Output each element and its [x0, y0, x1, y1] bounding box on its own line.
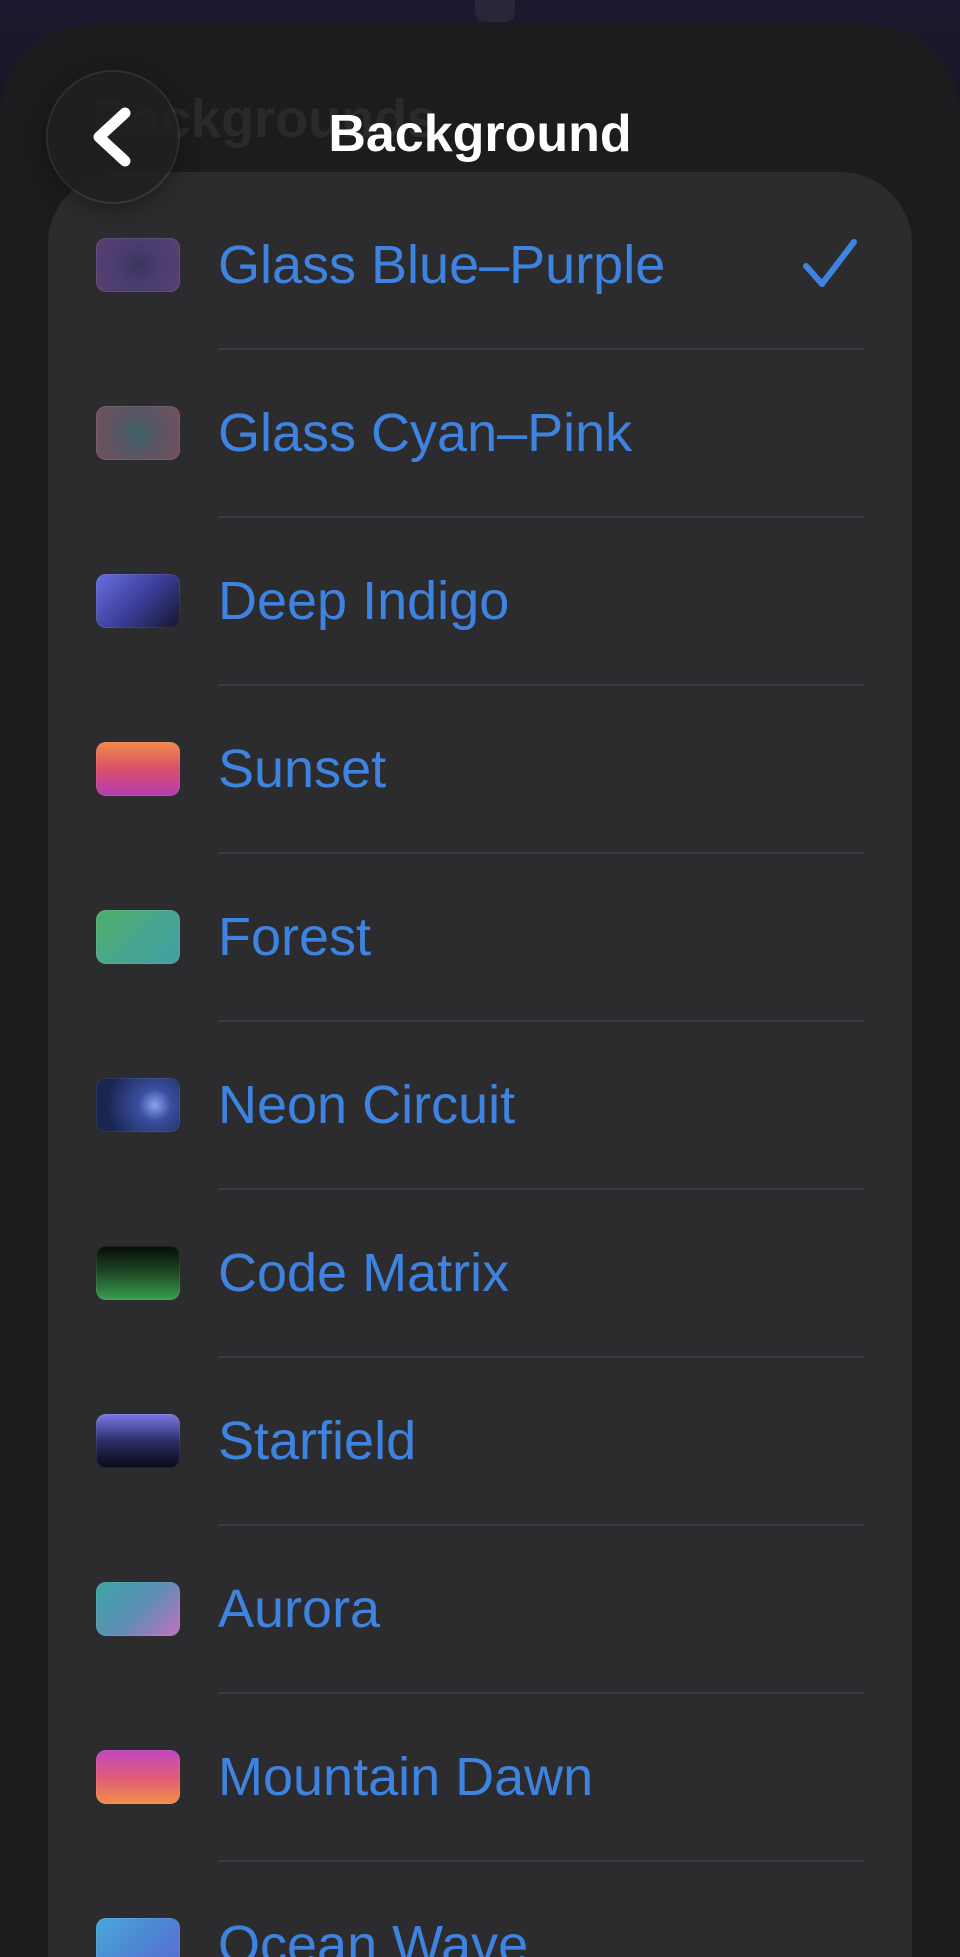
- swatch-starfield: [96, 1414, 180, 1468]
- list-item-sunset[interactable]: Sunset: [48, 686, 912, 854]
- list-item-label: Forest: [218, 907, 372, 967]
- list-item-glass-cyan-pink[interactable]: Glass Cyan–Pink: [48, 350, 912, 518]
- list-item-mountain-dawn[interactable]: Mountain Dawn: [48, 1694, 912, 1862]
- list-item-label: Sunset: [218, 739, 387, 799]
- list-item-ocean-wave[interactable]: Ocean Wave: [48, 1862, 912, 1957]
- list-item-forest[interactable]: Forest: [48, 854, 912, 1022]
- backdrop-handle: [475, 0, 515, 22]
- list-item-label: Ocean Wave: [218, 1915, 529, 1957]
- background-list: Glass Blue–Purple Glass Cyan–Pink Deep Ind…: [48, 172, 912, 1957]
- list-item-label: Deep Indigo: [218, 571, 510, 631]
- swatch-ocean-wave: [96, 1918, 180, 1957]
- list-item-label: Glass Blue–Purple: [218, 235, 666, 295]
- list-item-label: Code Matrix: [218, 1243, 510, 1303]
- swatch-mountain-dawn: [96, 1750, 180, 1804]
- swatch-neon-circuit: [96, 1078, 180, 1132]
- list-item-label: Glass Cyan–Pink: [218, 403, 633, 463]
- background-sheet: Backgrounds Glass Blue–Purple Glass Cyan–…: [0, 24, 960, 1957]
- back-button[interactable]: [48, 72, 178, 202]
- list-item-code-matrix[interactable]: Code Matrix: [48, 1190, 912, 1358]
- list-item-glass-blue-purple[interactable]: Glass Blue–Purple: [48, 182, 912, 350]
- list-item-label: Starfield: [218, 1411, 417, 1471]
- list-item-starfield[interactable]: Starfield: [48, 1358, 912, 1526]
- list-item-label: Neon Circuit: [218, 1075, 516, 1135]
- chevron-left-icon: [93, 107, 131, 167]
- swatch-glass-blue-purple: [96, 238, 180, 292]
- swatch-deep-indigo: [96, 574, 180, 628]
- swatch-code-matrix: [96, 1246, 180, 1300]
- swatch-aurora: [96, 1582, 180, 1636]
- list-item-deep-indigo[interactable]: Deep Indigo: [48, 518, 912, 686]
- checkmark-icon: [803, 239, 857, 287]
- swatch-forest: [96, 910, 180, 964]
- swatch-glass-cyan-pink: [96, 406, 180, 460]
- list-item-label: Aurora: [218, 1579, 381, 1639]
- list-item-label: Mountain Dawn: [218, 1747, 594, 1807]
- list-item-neon-circuit[interactable]: Neon Circuit: [48, 1022, 912, 1190]
- swatch-sunset: [96, 742, 180, 796]
- list-item-aurora[interactable]: Aurora: [48, 1526, 912, 1694]
